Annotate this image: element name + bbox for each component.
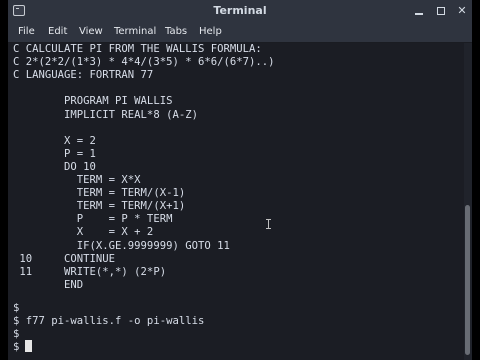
terminal-line: 10 CONTINUE bbox=[13, 252, 116, 265]
terminal-line: P = P * TERM bbox=[13, 213, 173, 226]
terminal-line: END bbox=[13, 278, 84, 291]
menu-tabs[interactable]: Tabs bbox=[165, 26, 187, 37]
terminal-window: Terminal ✕ File Edit View Terminal Tabs … bbox=[8, 0, 472, 360]
terminal-line: C 2*(2*2/(1*3) * 4*4/(3*5) * 6*6/(6*7)..… bbox=[13, 56, 275, 69]
menu-terminal[interactable]: Terminal bbox=[114, 26, 156, 37]
terminal-line: PROGRAM PI WALLIS bbox=[13, 95, 173, 108]
terminal-line: X = 2 bbox=[13, 134, 96, 147]
menu-help[interactable]: Help bbox=[199, 26, 222, 37]
title-bar[interactable]: Terminal ✕ bbox=[8, 0, 472, 22]
terminal-prompt-line: $ bbox=[13, 341, 26, 353]
terminal-line: IF(X.GE.9999999) GOTO 11 bbox=[13, 239, 230, 252]
terminal-line: $ f77 pi-wallis.f -o pi-wallis bbox=[13, 315, 205, 327]
window-title: Terminal bbox=[213, 4, 267, 17]
terminal-line: C CALCULATE PI FROM THE WALLIS FORMULA: bbox=[13, 43, 262, 55]
menu-edit[interactable]: Edit bbox=[48, 26, 67, 37]
menu-view[interactable]: View bbox=[79, 26, 103, 37]
terminal-line: IMPLICIT REAL*8 (A-Z) bbox=[13, 108, 198, 121]
terminal-line: X = X + 2 bbox=[13, 226, 154, 239]
terminal-output[interactable]: C CALCULATE PI FROM THE WALLIS FORMULA: … bbox=[8, 43, 464, 360]
terminal-line: DO 10 bbox=[13, 160, 96, 173]
terminal-line: TERM = TERM/(X-1) bbox=[13, 187, 186, 200]
terminal-line: $ bbox=[13, 328, 20, 340]
text-cursor bbox=[25, 340, 32, 352]
screen: Terminal ✕ File Edit View Terminal Tabs … bbox=[0, 0, 480, 360]
terminal-line: TERM = TERM/(X+1) bbox=[13, 200, 186, 213]
terminal-line: C LANGUAGE: FORTRAN 77 bbox=[13, 69, 154, 82]
maximize-icon[interactable] bbox=[433, 3, 449, 19]
minimize-icon[interactable] bbox=[411, 3, 427, 19]
menu-file[interactable]: File bbox=[18, 26, 35, 37]
terminal-line: $ bbox=[13, 302, 20, 314]
scrollbar-thumb[interactable] bbox=[465, 205, 470, 355]
terminal-line: TERM = X*X bbox=[13, 174, 141, 186]
mouse-ibeam-icon bbox=[266, 219, 271, 229]
terminal-line: 11 WRITE(*,*) (2*P) bbox=[13, 265, 167, 278]
terminal-line: P = 1 bbox=[13, 147, 96, 160]
menu-bar: File Edit View Terminal Tabs Help bbox=[8, 22, 472, 43]
close-icon[interactable]: ✕ bbox=[454, 3, 470, 19]
